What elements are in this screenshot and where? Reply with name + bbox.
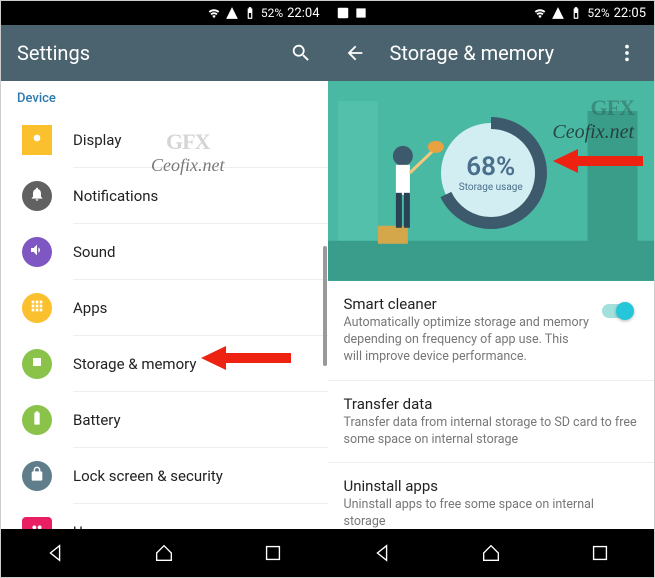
smart-cleaner-toggle[interactable] bbox=[602, 301, 638, 321]
display-icon bbox=[29, 130, 45, 150]
list-item-label: Lock screen & security bbox=[73, 448, 328, 504]
option-desc: Automatically optimize storage and memor… bbox=[344, 315, 591, 366]
status-bar: 52% 22:05 bbox=[328, 1, 655, 25]
nav-back-icon[interactable] bbox=[44, 542, 66, 564]
settings-item-users[interactable]: Users bbox=[1, 504, 328, 529]
option-transfer-data[interactable]: Transfer data Transfer data from interna… bbox=[328, 381, 655, 464]
option-title: Smart cleaner bbox=[344, 295, 591, 313]
settings-item-sound[interactable]: Sound bbox=[1, 224, 328, 280]
list-item-label: Apps bbox=[73, 280, 328, 336]
list-item-label: Storage & memory bbox=[73, 336, 328, 392]
list-item-label: Sound bbox=[73, 224, 328, 280]
users-icon bbox=[29, 522, 45, 529]
settings-item-display[interactable]: Display bbox=[1, 112, 328, 168]
battery-icon bbox=[29, 410, 45, 430]
phone-settings: 52% 22:04 Settings Device Display Notifi… bbox=[1, 1, 328, 577]
back-icon[interactable] bbox=[344, 42, 366, 64]
page-title: Storage & memory bbox=[390, 41, 597, 65]
storage-usage-ring: 68% Storage usage bbox=[431, 113, 551, 233]
settings-item-battery[interactable]: Battery bbox=[1, 392, 328, 448]
wifi-icon bbox=[207, 6, 221, 20]
settings-item-storage-memory[interactable]: Storage & memory bbox=[1, 336, 328, 392]
battery-pct: 52% bbox=[261, 6, 283, 20]
option-desc: Uninstall apps to free some space on int… bbox=[344, 497, 639, 529]
battery-pct: 52% bbox=[587, 6, 609, 20]
nav-home-icon[interactable] bbox=[153, 542, 175, 564]
list-item-label: Display bbox=[73, 112, 328, 168]
volume-icon bbox=[29, 242, 45, 262]
more-icon[interactable] bbox=[616, 42, 638, 64]
status-bar: 52% 22:04 bbox=[1, 1, 328, 25]
wifi-icon bbox=[533, 6, 547, 20]
settings-list: Display Notifications Sound Apps Storage bbox=[1, 112, 328, 529]
page-title: Settings bbox=[17, 41, 270, 65]
option-uninstall-apps[interactable]: Uninstall apps Uninstall apps to free so… bbox=[328, 463, 655, 529]
option-smart-cleaner[interactable]: Smart cleaner Automatically optimize sto… bbox=[328, 281, 655, 381]
image-icon bbox=[336, 6, 350, 20]
storage-usage-label: Storage usage bbox=[459, 182, 523, 193]
list-item-label: Users bbox=[73, 504, 328, 529]
nav-recent-icon[interactable] bbox=[589, 542, 611, 564]
nav-back-icon[interactable] bbox=[371, 542, 393, 564]
options-list: Smart cleaner Automatically optimize sto… bbox=[328, 281, 655, 529]
nav-bar bbox=[1, 529, 328, 577]
nav-bar bbox=[328, 529, 655, 577]
app-bar: Storage & memory bbox=[328, 25, 655, 81]
section-label-device: Device bbox=[1, 81, 328, 112]
battery-icon bbox=[243, 6, 257, 20]
storage-usage-percent: 68% bbox=[466, 152, 515, 182]
apps-icon bbox=[29, 298, 45, 318]
app-bar: Settings bbox=[1, 25, 328, 81]
clock: 22:04 bbox=[287, 6, 319, 21]
phone-storage: 52% 22:05 Storage & memory bbox=[328, 1, 655, 577]
bell-icon bbox=[29, 186, 45, 206]
option-desc: Transfer data from internal storage to S… bbox=[344, 415, 639, 449]
list-item-label: Notifications bbox=[73, 168, 328, 224]
storage-usage-hero[interactable]: 68% Storage usage Tap for more details bbox=[328, 81, 655, 281]
signal-icon bbox=[225, 6, 239, 20]
option-title: Transfer data bbox=[344, 395, 639, 413]
list-item-label: Battery bbox=[73, 392, 328, 448]
nav-recent-icon[interactable] bbox=[262, 542, 284, 564]
lock-icon bbox=[29, 466, 45, 486]
option-title: Uninstall apps bbox=[344, 477, 639, 495]
settings-item-apps[interactable]: Apps bbox=[1, 280, 328, 336]
screenshot-icon bbox=[354, 6, 368, 20]
settings-item-notifications[interactable]: Notifications bbox=[1, 168, 328, 224]
clock: 22:05 bbox=[614, 6, 646, 21]
search-icon[interactable] bbox=[290, 42, 312, 64]
scrollbar[interactable] bbox=[323, 246, 327, 366]
chip-icon bbox=[29, 354, 45, 374]
settings-item-lockscreen[interactable]: Lock screen & security bbox=[1, 448, 328, 504]
battery-icon bbox=[569, 6, 583, 20]
signal-icon bbox=[551, 6, 565, 20]
nav-home-icon[interactable] bbox=[480, 542, 502, 564]
